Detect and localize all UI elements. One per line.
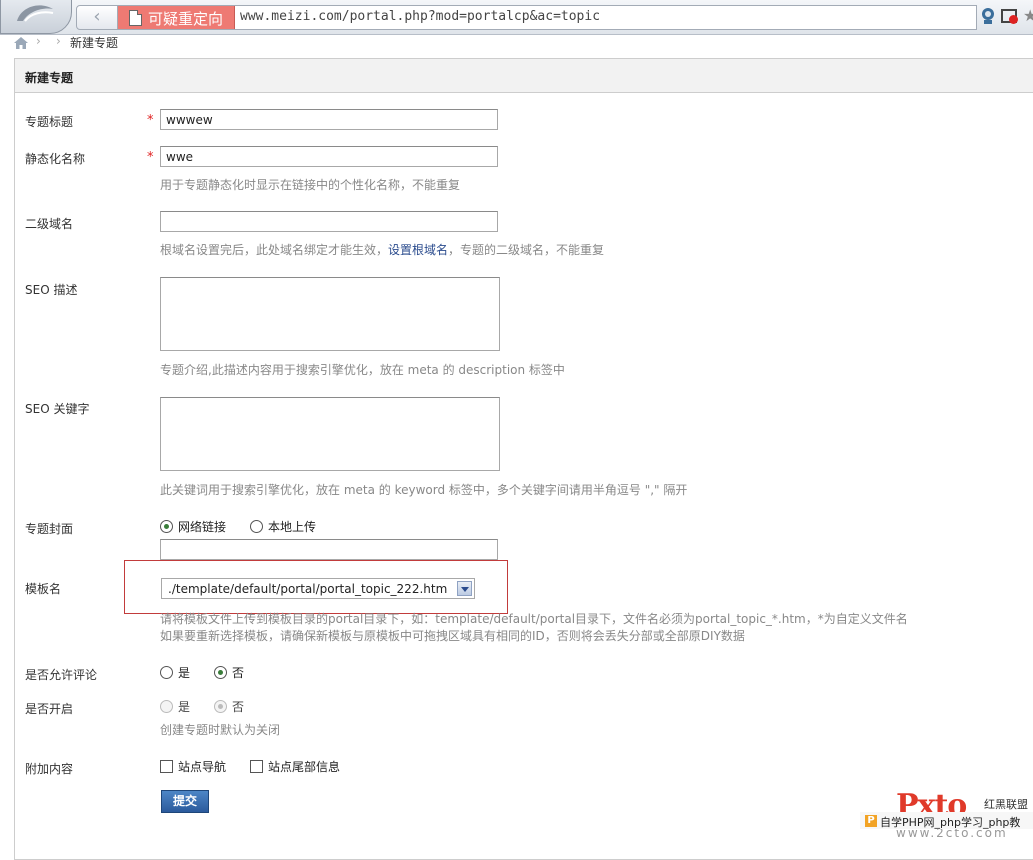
watermark-bar-text: 自学PHP网_php学习_php教 [880,816,1021,829]
browser-logo-icon [17,5,54,22]
seo-desc-textarea[interactable] [160,277,500,351]
enabled-no-label: 否 [232,700,245,714]
page-icon [129,10,142,26]
panel-header: 新建专题 [15,59,1033,93]
submit-button[interactable]: 提交 [161,790,209,813]
back-arrow-icon: ‹ [93,6,101,27]
allow-comment-no-label[interactable]: 否 [232,664,244,681]
cover-label: 专题封面 [25,522,74,536]
enabled-yes-label: 是 [178,700,191,714]
template-hint-line1: 请将模板文件上传到模板目录的portal目录下，如：template/defau… [160,612,908,626]
allow-comment-yes-label[interactable]: 是 [178,664,190,681]
static-name-label: 静态化名称 [25,152,86,166]
highlight-annotation-box [124,560,508,614]
site-footer-checkbox[interactable] [250,760,263,773]
seo-desc-label: SEO 描述 [25,283,78,297]
enabled-hint: 创建专题时默认为关闭 [160,723,281,737]
enabled-yes-radio [160,700,173,713]
seo-keywords-hint: 此关键词用于搜索引擎优化，放在 meta 的 keyword 标签中，多个关键字… [160,483,688,497]
allow-comment-yes-radio[interactable] [160,666,173,679]
browser-toolbar: ‹ 可疑重定向 www.meizi.com/portal.php?mod=por… [0,0,1033,35]
watermark-bar: P 自学PHP网_php学习_php教 [860,812,1033,829]
redirect-warning-chip[interactable]: 可疑重定向 [118,6,235,29]
toolbar-icons: ★ [980,7,1033,27]
site-footer-label[interactable]: 站点尾部信息 [268,758,340,775]
breadcrumb-current: 新建专题 [70,36,119,50]
template-hint-line2: 如果要重新选择模板，请确保新模板与原模板中可拖拽区域具有相同的ID，否则将会丢失… [160,629,745,643]
bookmark-star-icon[interactable]: ★ [1023,7,1033,25]
site-nav-checkbox[interactable] [160,760,173,773]
extension-icon[interactable] [980,7,996,25]
required-mark: * [147,113,154,128]
watermark-p-icon: P [865,815,877,827]
panel-title: 新建专题 [25,71,74,85]
cover-url-radio[interactable] [160,520,173,533]
home-icon[interactable] [14,37,28,49]
cover-upload-radio[interactable] [250,520,263,533]
enabled-label: 是否开启 [25,702,74,716]
watermark-subtitle: 红黑联盟 [984,798,1028,811]
allow-comment-label: 是否允许评论 [25,668,98,682]
static-name-hint: 用于专题静态化时显示在链接中的个性化名称，不能重复 [160,178,461,192]
template-label: 模板名 [25,582,62,596]
set-root-domain-link[interactable]: 设置根域名 [388,243,448,257]
seo-keywords-label: SEO 关键字 [25,402,90,416]
back-button[interactable]: ‹ [76,5,118,30]
breadcrumb-separator: › [56,34,61,48]
address-bar[interactable]: 可疑重定向 www.meizi.com/portal.php?mod=porta… [117,5,977,30]
browser-menu-button[interactable] [0,0,72,34]
cover-url-label[interactable]: 网络链接 [178,518,226,535]
extras-label: 附加内容 [25,762,74,776]
seo-desc-hint: 专题介绍,此描述内容用于搜索引擎优化，放在 meta 的 description… [160,363,565,377]
seo-keywords-textarea[interactable] [160,397,500,471]
subdomain-hint-text-tail: ，专题的二级域名，不能重复 [448,243,605,257]
subdomain-hint-text: 根域名设置完后，此处域名绑定才能生效， [160,243,389,257]
site-watermark: www.2cto.com Pxto 红黑联盟 P 自学PHP网_php学习_ph… [860,788,1033,840]
title-input[interactable] [160,109,498,130]
cover-url-input[interactable] [160,539,498,560]
cover-upload-label[interactable]: 本地上传 [268,518,316,535]
subdomain-label: 二级域名 [25,217,74,231]
block-icon[interactable] [1001,7,1019,25]
site-nav-label[interactable]: 站点导航 [178,758,226,775]
title-label: 专题标题 [25,115,74,129]
redirect-warning-label: 可疑重定向 [148,10,224,28]
subdomain-hint: 根域名设置完后，此处域名绑定才能生效，设置根域名，专题的二级域名，不能重复 [160,241,604,258]
required-mark: * [147,150,154,165]
breadcrumb-separator: › [36,34,41,48]
enabled-no-radio [214,700,227,713]
static-name-input[interactable] [160,146,498,167]
url-text[interactable]: www.meizi.com/portal.php?mod=portalcp&ac… [240,9,600,24]
subdomain-input[interactable] [160,211,498,232]
allow-comment-no-radio[interactable] [214,666,227,679]
